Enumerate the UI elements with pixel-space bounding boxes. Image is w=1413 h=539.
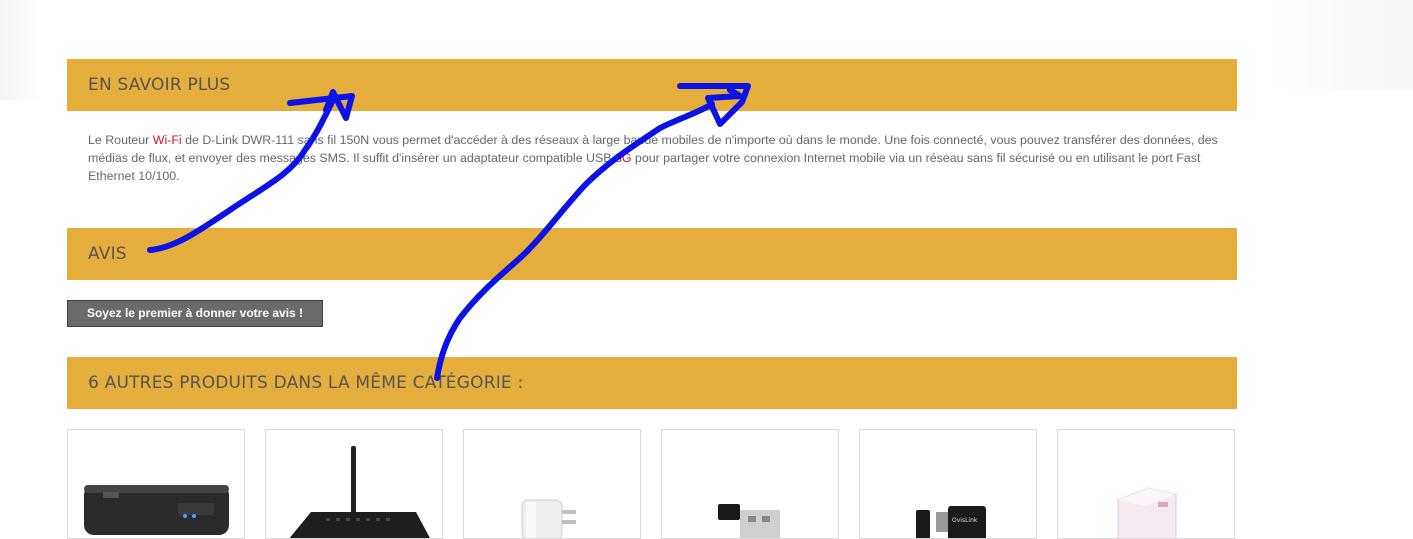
section-title: 6 AUTRES PRODUITS DANS LA MÊME CATÉGORIE… xyxy=(88,373,524,393)
product-card[interactable] xyxy=(661,429,839,539)
product-card[interactable] xyxy=(463,429,641,539)
powerline-adapter-icon xyxy=(1117,487,1177,538)
first-review-button[interactable]: Soyez le premier à donner votre avis ! xyxy=(67,300,323,327)
page-edge-shadow-right xyxy=(1263,0,1413,90)
svg-text:OvisLink: OvisLink xyxy=(952,517,978,524)
page-edge-shadow xyxy=(0,0,40,100)
product-description: Le Routeur Wi-Fi de D-Link DWR-111 sans … xyxy=(88,131,1218,185)
section-title: EN SAVOIR PLUS xyxy=(88,75,231,95)
plug-adapter-icon xyxy=(521,499,576,538)
product-card[interactable]: OvisLink xyxy=(859,429,1037,539)
related-products-list: OvisLink xyxy=(67,429,1237,539)
section-header-reviews: AVIS xyxy=(67,228,1237,280)
section-header-more-info: EN SAVOIR PLUS xyxy=(67,59,1237,111)
portable-router-icon xyxy=(84,485,229,535)
section-header-related-products: 6 AUTRES PRODUITS DANS LA MÊME CATÉGORIE… xyxy=(67,357,1237,409)
product-card[interactable] xyxy=(1057,429,1235,539)
usb-stick-icon: OvisLink xyxy=(916,506,986,538)
3g-link[interactable]: 3G xyxy=(615,151,632,165)
section-title: AVIS xyxy=(88,244,127,264)
usb-dongle-icon xyxy=(718,504,780,538)
description-text: Le Routeur xyxy=(88,133,153,147)
product-card[interactable] xyxy=(67,429,245,539)
antenna-router-icon xyxy=(289,446,430,538)
wifi-link[interactable]: Wi-Fi xyxy=(153,133,182,147)
product-card[interactable] xyxy=(265,429,443,539)
